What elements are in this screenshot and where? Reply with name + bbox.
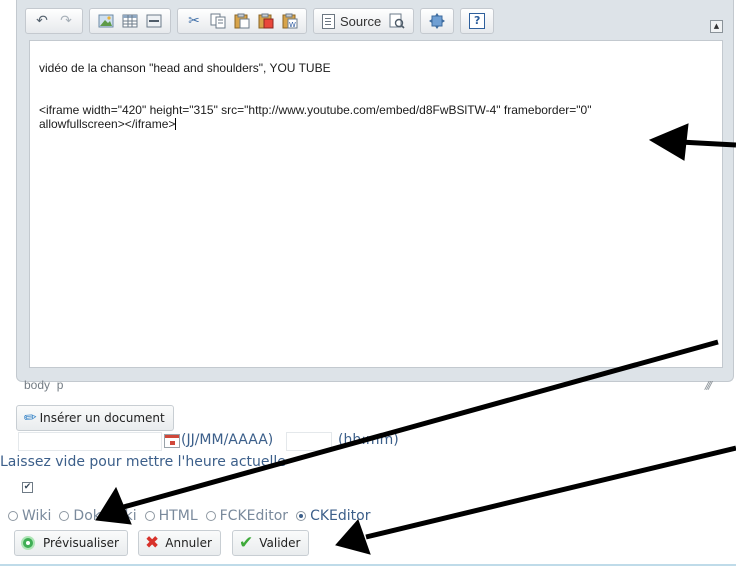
annotation-arrow-validate	[335, 445, 736, 555]
annotation-arrows	[95, 123, 736, 555]
annotation-arrow-preview	[95, 339, 719, 525]
annotation-arrow-content	[648, 123, 736, 161]
